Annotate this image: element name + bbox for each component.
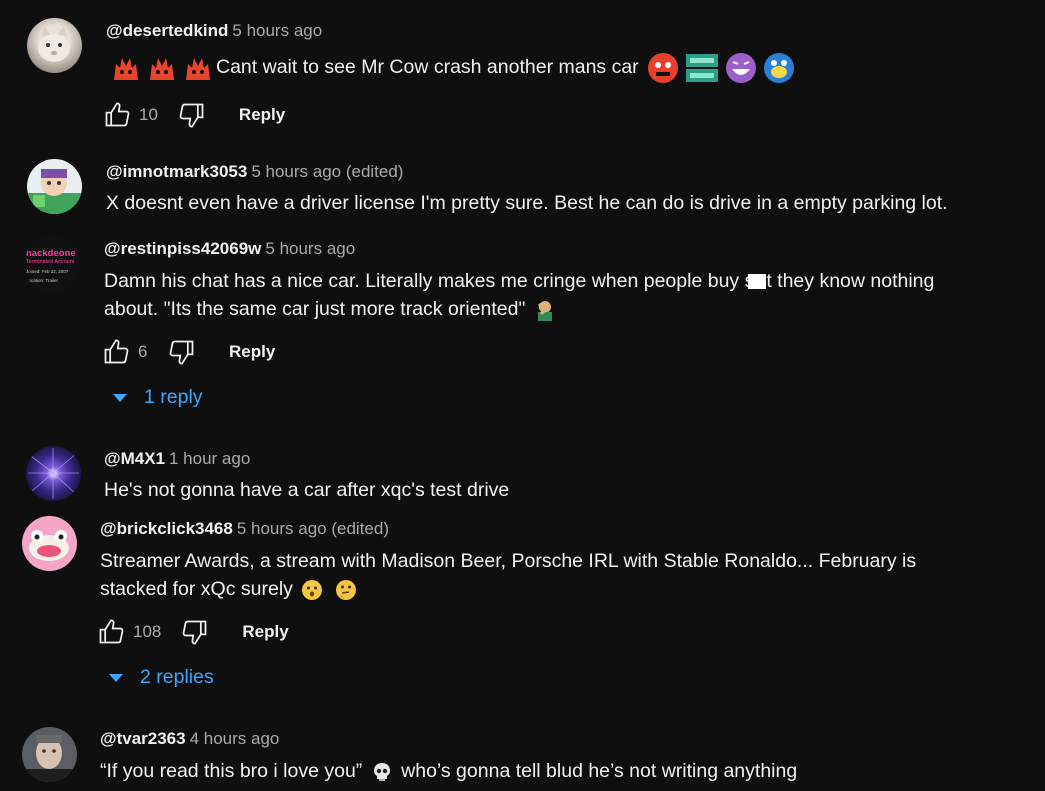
avatar-text: Terminated Account — [26, 259, 75, 265]
avatar[interactable] — [22, 516, 77, 571]
comment-text-content: stacked for xQc surely — [100, 578, 293, 600]
comment-text: “If you read this bro i love you” who’s … — [100, 757, 797, 785]
author-handle[interactable]: @M4X1 — [104, 449, 165, 468]
timestamp[interactable]: 5 hours ago — [265, 239, 355, 258]
like-icon — [99, 619, 124, 644]
comment-text-content: Streamer Awards, a stream with Madison B… — [100, 550, 917, 572]
angry-face-emoji-icon — [648, 53, 679, 83]
author-handle[interactable]: @restinpiss42069w — [104, 239, 261, 258]
comment-text: X doesnt even have a driver license I'm … — [106, 192, 948, 214]
reply-button[interactable]: Reply — [229, 342, 275, 362]
comment-text: He's not gonna have a car after xqc's te… — [104, 479, 510, 501]
author-handle[interactable]: @desertedkind — [106, 21, 228, 40]
laughing-emoji-icon — [726, 53, 757, 83]
timestamp[interactable]: 5 hours ago (edited) — [237, 519, 389, 538]
galaxy-avatar-icon — [28, 448, 79, 499]
like-count: 10 — [139, 105, 158, 124]
photo-avatar-icon — [22, 735, 77, 782]
angry-emoji-icon — [186, 58, 210, 80]
caret-down-icon — [109, 673, 123, 682]
replies-count: 1 reply — [144, 386, 203, 408]
avatar[interactable] — [26, 446, 81, 501]
view-replies-button[interactable]: 2 replies — [109, 666, 214, 689]
comment-text-content: Cant wait to see Mr Cow crash another ma… — [216, 56, 639, 79]
angry-emoji-icon — [150, 58, 174, 80]
dislike-button[interactable] — [180, 617, 210, 647]
dislike-icon — [183, 620, 207, 645]
avatar[interactable]: hackdeone Terminated Account Joined: Feb… — [24, 236, 81, 293]
comment-text: Streamer Awards, a stream with Madison B… — [100, 547, 916, 603]
shocked-emoji-icon — [764, 53, 795, 83]
censor-block — [748, 274, 767, 290]
angry-emoji-icon — [114, 58, 138, 80]
comment-actions: 108 Reply — [96, 617, 289, 647]
skull-icon — [373, 762, 390, 781]
dislike-icon — [179, 103, 204, 128]
comment-actions: 10 Reply — [102, 100, 285, 130]
avatar[interactable] — [27, 159, 82, 214]
comment-text-content: “If you read this bro i love you” — [100, 760, 363, 782]
avatar-text: Location: Trailer — [26, 278, 59, 283]
view-replies-button[interactable]: 1 reply — [113, 386, 203, 409]
comment-header: @tvar2363 4 hours ago — [100, 729, 279, 749]
thinking-emoji-icon — [335, 579, 356, 600]
dislike-button[interactable] — [177, 100, 207, 130]
avatar[interactable] — [22, 727, 77, 782]
comment-text-content: t they know nothing — [766, 270, 935, 292]
comment-text-content: about. "Its the same car just more track… — [104, 298, 526, 320]
author-handle[interactable]: @tvar2363 — [100, 729, 186, 748]
timestamp[interactable]: 1 hour ago — [169, 449, 250, 468]
like-button[interactable] — [96, 617, 126, 647]
comment-text-content: Damn his chat has a nice car. Literally … — [104, 270, 755, 292]
comment-actions: 6 Reply — [101, 337, 275, 367]
comment-header: @imnotmark3053 5 hours ago (edited) — [106, 162, 403, 182]
facepalm-emoji-icon — [537, 300, 552, 321]
timestamp[interactable]: 5 hours ago (edited) — [251, 162, 403, 181]
avatar-text: hackdeone — [26, 248, 76, 259]
avatar[interactable] — [27, 18, 82, 73]
like-count: 108 — [133, 622, 162, 641]
buzz-avatar-icon — [27, 169, 82, 214]
author-handle[interactable]: @imnotmark3053 — [106, 162, 247, 181]
avatar-text: Joined: Feb 22, 2007 — [26, 269, 69, 274]
comment-header: @M4X1 1 hour ago — [104, 449, 250, 469]
author-handle[interactable]: @brickclick3468 — [100, 519, 233, 538]
comment-text: Damn his chat has a nice car. Literally … — [104, 267, 934, 323]
comment-text: Cant wait to see Mr Cow crash another ma… — [108, 51, 798, 85]
reply-button[interactable]: Reply — [242, 622, 288, 642]
timestamp[interactable]: 5 hours ago — [232, 21, 322, 40]
dislike-icon — [169, 340, 194, 365]
astonished-emoji-icon — [302, 579, 323, 600]
like-button[interactable] — [102, 100, 132, 130]
like-icon — [104, 339, 129, 364]
cat-avatar-icon — [38, 26, 70, 62]
comment-header: @brickclick3468 5 hours ago (edited) — [100, 519, 389, 539]
slowpoke-avatar-icon — [29, 530, 69, 561]
comment-header: @desertedkind 5 hours ago — [106, 21, 322, 41]
like-count: 6 — [138, 342, 148, 361]
caret-down-icon — [113, 393, 127, 402]
replies-count: 2 replies — [140, 666, 214, 688]
like-button[interactable] — [101, 337, 131, 367]
dislike-button[interactable] — [167, 337, 197, 367]
game-over-emoji-icon — [686, 54, 719, 82]
like-icon — [105, 102, 130, 127]
comment-text-content: who’s gonna tell blud he’s not writing a… — [401, 760, 798, 782]
timestamp[interactable]: 4 hours ago — [190, 729, 280, 748]
comment-header: @restinpiss42069w 5 hours ago — [104, 239, 355, 259]
reply-button[interactable]: Reply — [239, 105, 285, 125]
